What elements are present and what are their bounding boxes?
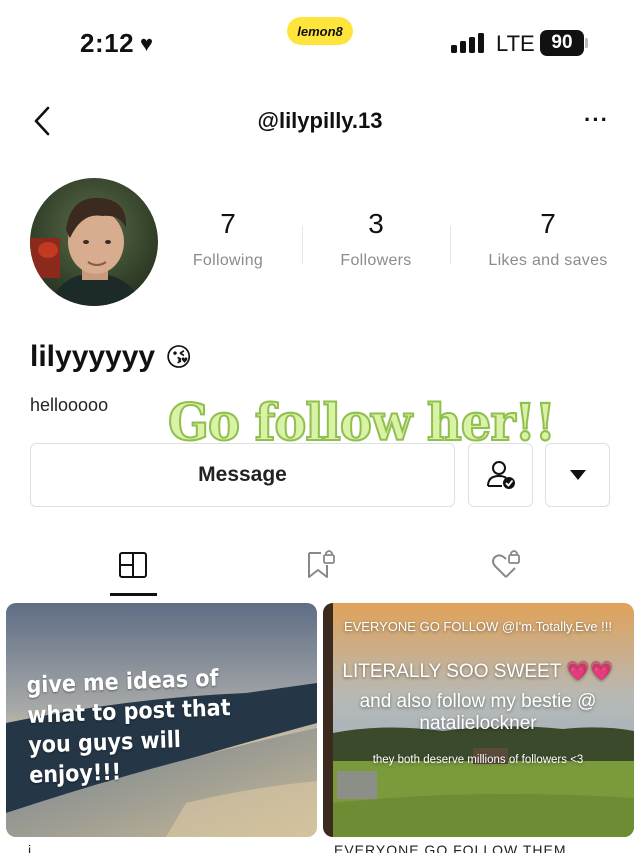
stat-followers[interactable]: 3 Followers: [324, 208, 428, 270]
likes-saves-count: 7: [540, 208, 556, 239]
active-tab-indicator: [110, 593, 157, 596]
caret-down-icon: [569, 470, 586, 480]
profile-handle: @lilypilly.13: [257, 108, 383, 133]
post-card[interactable]: give me ideas of what to post that you g…: [6, 603, 317, 837]
signal-icon: [451, 33, 484, 53]
ellipsis-icon: ···: [584, 107, 609, 132]
followers-count: 3: [368, 208, 384, 239]
battery-icon: 90: [540, 30, 584, 56]
kiss-emoji-icon: 😘: [165, 341, 193, 372]
post-text-line: they both deserve millions of followers …: [372, 754, 584, 766]
display-name: lilyyyyyy 😘: [30, 340, 192, 374]
stat-divider: [302, 226, 303, 264]
profile-tabs: [0, 545, 640, 600]
heart-lock-icon: [492, 550, 520, 578]
message-button[interactable]: Message: [30, 443, 455, 507]
battery-cap: [585, 38, 588, 48]
status-time: 2:12 ♥: [80, 28, 154, 59]
app-pill-label: lemon8: [297, 23, 343, 39]
following-button[interactable]: [468, 443, 533, 507]
avatar[interactable]: [30, 178, 158, 306]
following-count: 7: [220, 208, 236, 239]
time-label: 2:12: [80, 28, 135, 58]
display-name-text: lilyyyyyy: [30, 340, 156, 373]
battery-level: 90: [551, 32, 573, 53]
post-text-line: and also follow my bestie @ natalielockn…: [359, 691, 597, 734]
post-text-line: EVERYONE GO FOLLOW @I'm.Totally.Eve !!!: [343, 619, 613, 634]
post-title-peek: EVERYONE GO FOLLOW THEM: [334, 842, 567, 853]
post-card[interactable]: EVERYONE GO FOLLOW @I'm.Totally.Eve !!! …: [323, 603, 634, 837]
stat-divider: [450, 226, 451, 264]
status-bar: 2:12 ♥ lemon8 LTE 90: [0, 0, 640, 88]
more-button[interactable]: ···: [584, 107, 609, 132]
stat-likes-saves[interactable]: 7 Likes and saves: [478, 208, 618, 270]
profile-stats: 7 Following 3 Followers 7 Likes and save…: [158, 208, 640, 278]
user-check-icon: [486, 461, 515, 489]
bookmark-lock-icon: [308, 550, 335, 578]
stat-following[interactable]: 7 Following: [176, 208, 280, 270]
app-pill[interactable]: lemon8: [287, 17, 353, 45]
message-button-label: Message: [198, 463, 287, 486]
post-title-peek: i...: [28, 842, 47, 853]
post-caption: give me ideas of what to post that you g…: [26, 665, 231, 789]
tab-saved[interactable]: [295, 545, 345, 585]
post-text-line: LITERALLY SOO SWEET 💗💗: [342, 661, 614, 682]
bio: hellooooo: [30, 395, 109, 415]
likes-saves-label: Likes and saves: [488, 252, 608, 269]
heart-icon: ♥: [140, 30, 154, 56]
network-label: LTE: [496, 31, 535, 56]
following-label: Following: [192, 252, 264, 269]
followers-label: Followers: [340, 252, 412, 269]
grid-icon: [119, 552, 147, 578]
tab-posts[interactable]: [108, 545, 158, 585]
more-actions-dropdown[interactable]: [545, 443, 610, 507]
avatar-photo: [30, 178, 158, 306]
tab-liked[interactable]: [481, 545, 531, 585]
